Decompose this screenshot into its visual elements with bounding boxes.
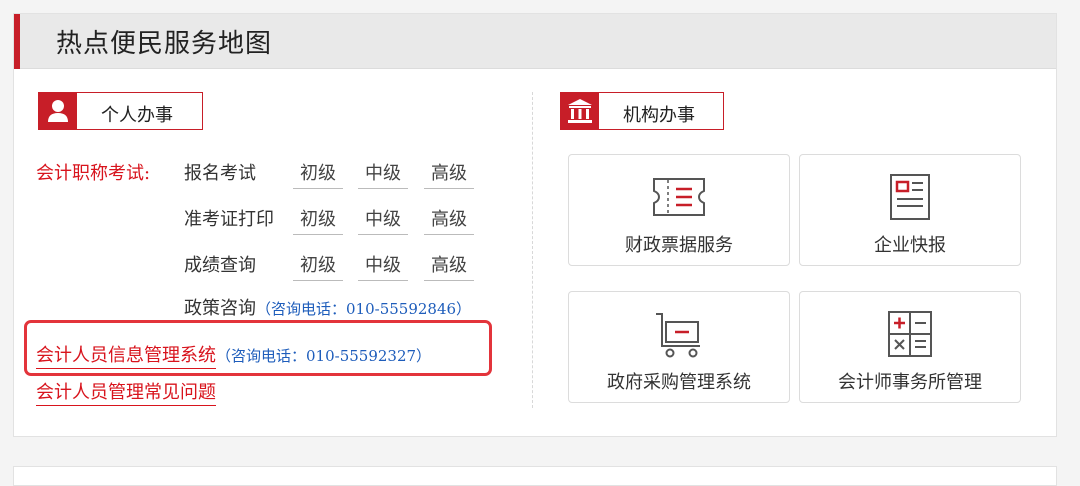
faq-row: 会计人员管理常见问题 (36, 378, 216, 406)
header-accent-bar (14, 14, 20, 69)
card-gov-procurement-label: 政府采购管理系统 (607, 372, 751, 393)
panel-header: 热点便民服务地图 (14, 14, 1056, 69)
info-system-phone: （咨询电话：010-55592327） (216, 347, 432, 365)
card-fiscal-receipts-label: 财政票据服务 (625, 235, 733, 256)
score-junior-link[interactable]: 初级 (293, 251, 343, 281)
admission-junior-link[interactable]: 初级 (293, 205, 343, 235)
card-enterprise-report[interactable]: 企业快报 (799, 154, 1021, 266)
tab-personal[interactable]: 个人办事 (38, 92, 203, 130)
info-system-link[interactable]: 会计人员信息管理系统 (36, 345, 216, 369)
tab-institution-label: 机构办事 (623, 105, 695, 126)
next-panel-edge (13, 466, 1057, 486)
exam-label: 会计职称考试: (36, 163, 151, 184)
policy-consult-row: 政策咨询（咨询电话：010-55592846） (184, 294, 471, 320)
bank-icon (561, 93, 599, 129)
faq-link[interactable]: 会计人员管理常见问题 (36, 382, 216, 406)
column-divider (532, 92, 533, 408)
ticket-icon (653, 178, 705, 216)
card-enterprise-report-label: 企业快报 (874, 235, 946, 256)
admission-intermediate-link[interactable]: 中级 (358, 205, 408, 235)
admission-senior-link[interactable]: 高级 (424, 205, 474, 235)
register-intermediate-link[interactable]: 中级 (358, 159, 408, 189)
score-intermediate-link[interactable]: 中级 (358, 251, 408, 281)
policy-consult-label: 政策咨询 (184, 298, 256, 319)
card-accounting-firm[interactable]: 会计师事务所管理 (799, 291, 1021, 403)
score-senior-link[interactable]: 高级 (424, 251, 474, 281)
card-fiscal-receipts[interactable]: 财政票据服务 (568, 154, 790, 266)
card-gov-procurement[interactable]: 政府采购管理系统 (568, 291, 790, 403)
tab-institution[interactable]: 机构办事 (560, 92, 724, 130)
policy-phone: （咨询电话：010-55592846） (256, 300, 472, 318)
cart-icon (656, 313, 700, 358)
person-icon (39, 93, 77, 129)
calculator-icon (888, 311, 932, 357)
card-accounting-firm-label: 会计师事务所管理 (838, 372, 982, 393)
row-label-register: 报名考试 (184, 163, 256, 184)
register-junior-link[interactable]: 初级 (293, 159, 343, 189)
tab-personal-label: 个人办事 (101, 105, 173, 126)
id-card-icon (890, 174, 930, 220)
service-map-panel: 热点便民服务地图 个人办事 会计职称考试: 报名考试 初级 中级 高级 准考证打… (13, 13, 1057, 437)
row-label-admission: 准考证打印 (184, 209, 274, 230)
panel-title: 热点便民服务地图 (56, 29, 273, 59)
info-system-row: 会计人员信息管理系统（咨询电话：010-55592327） (36, 341, 432, 369)
register-senior-link[interactable]: 高级 (424, 159, 474, 189)
row-label-score: 成绩查询 (184, 255, 256, 276)
